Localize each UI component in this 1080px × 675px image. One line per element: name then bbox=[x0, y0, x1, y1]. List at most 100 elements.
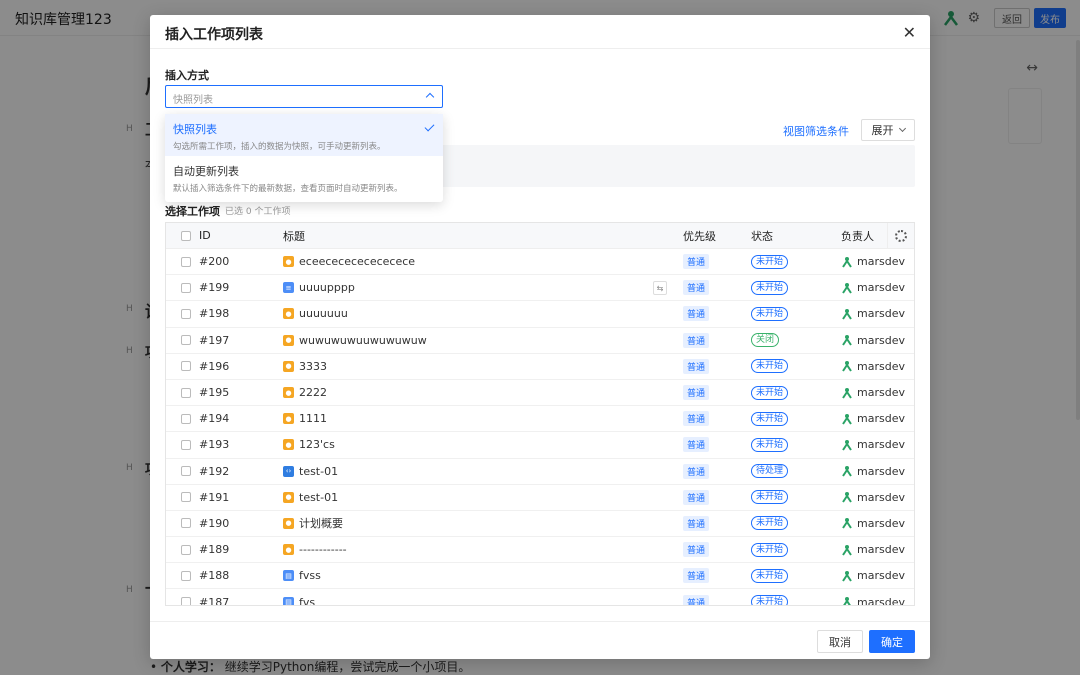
status-badge: 未开始 bbox=[751, 490, 789, 505]
subtask-icon[interactable]: ⇆ bbox=[653, 281, 667, 296]
row-id: #196 bbox=[199, 359, 230, 373]
table-row[interactable]: #200 ● eceececececececece 普通 未开始 marsdev bbox=[166, 249, 914, 276]
option-auto-update-list[interactable]: 自动更新列表 默认插入筛选条件下的最新数据，查看页面时自动更新列表。 bbox=[165, 156, 443, 198]
select-all-checkbox[interactable] bbox=[181, 230, 191, 241]
row-checkbox[interactable] bbox=[181, 256, 191, 267]
row-title-cell[interactable]: ▤ fvss bbox=[283, 563, 321, 588]
status-badge: 未开始 bbox=[751, 411, 789, 426]
expand-button[interactable]: 展开 bbox=[861, 119, 915, 141]
row-checkbox[interactable] bbox=[181, 282, 191, 293]
row-checkbox[interactable] bbox=[181, 308, 191, 319]
row-checkbox[interactable] bbox=[181, 361, 191, 372]
priority-badge: 普通 bbox=[683, 385, 710, 401]
idea-type-icon: ● bbox=[283, 256, 294, 268]
row-checkbox[interactable] bbox=[181, 544, 191, 555]
row-owner: marsdev bbox=[857, 516, 905, 530]
row-priority-cell: 普通 bbox=[683, 328, 710, 353]
row-checkbox-cell[interactable] bbox=[181, 537, 191, 562]
row-checkbox[interactable] bbox=[181, 413, 191, 424]
row-checkbox[interactable] bbox=[181, 492, 191, 503]
header-owner: 负责人 bbox=[841, 229, 874, 243]
row-owner: marsdev bbox=[857, 333, 905, 347]
row-checkbox-cell[interactable] bbox=[181, 511, 191, 536]
row-title-cell[interactable]: ● 3333 bbox=[283, 354, 327, 379]
idea-type-icon: ● bbox=[283, 439, 294, 451]
table-row[interactable]: #199 ≡ uuuupppp ⇆ 普通 未开始 marsdev bbox=[166, 275, 914, 302]
doc-type-icon: ▤ bbox=[283, 596, 294, 605]
idea-type-icon: ● bbox=[283, 491, 294, 503]
option-snapshot-list[interactable]: 快照列表 勾选所需工作项，插入的数据为快照，可手动更新列表。 bbox=[165, 114, 443, 156]
table-row[interactable]: #198 ● uuuuuuu 普通 未开始 marsdev bbox=[166, 301, 914, 328]
row-title-cell[interactable]: ● 123'cs bbox=[283, 432, 335, 457]
row-title-cell[interactable]: ● eceececececececece bbox=[283, 249, 415, 274]
row-checkbox[interactable] bbox=[181, 518, 191, 529]
row-title-cell[interactable]: ‹› test-01 bbox=[283, 459, 338, 484]
table-row[interactable]: #193 ● 123'cs 普通 未开始 marsdev bbox=[166, 432, 914, 459]
row-checkbox-cell[interactable] bbox=[181, 354, 191, 379]
row-owner-cell: marsdev bbox=[841, 328, 905, 353]
table-row[interactable]: #189 ● ------------ 普通 未开始 marsdev bbox=[166, 537, 914, 564]
header-status: 状态 bbox=[751, 229, 773, 243]
row-id: #197 bbox=[199, 333, 230, 347]
row-checkbox-cell[interactable] bbox=[181, 406, 191, 431]
row-checkbox-cell[interactable] bbox=[181, 485, 191, 510]
row-checkbox-cell[interactable] bbox=[181, 275, 191, 300]
cancel-button[interactable]: 取消 bbox=[817, 630, 863, 653]
row-title-cell[interactable]: ● test-01 bbox=[283, 485, 338, 510]
row-title-cell[interactable]: ● 计划概要 bbox=[283, 511, 343, 536]
row-checkbox[interactable] bbox=[181, 597, 191, 605]
row-id: #194 bbox=[199, 412, 230, 426]
priority-badge: 普通 bbox=[683, 515, 710, 531]
row-title-cell[interactable]: ● 1111 bbox=[283, 406, 327, 431]
table-row[interactable]: #191 ● test-01 普通 未开始 marsdev bbox=[166, 484, 914, 511]
modal-header: 插入工作项列表 ✕ bbox=[150, 15, 930, 49]
row-checkbox-cell[interactable] bbox=[181, 301, 191, 326]
select-all-checkbox-cell[interactable] bbox=[181, 223, 191, 248]
row-owner-cell: marsdev bbox=[841, 485, 905, 510]
row-title-cell[interactable]: ● wuwuwuwuuwuwuwuw bbox=[283, 328, 427, 353]
idea-type-icon: ● bbox=[283, 544, 294, 556]
table-row[interactable]: #197 ● wuwuwuwuuwuwuwuw 普通 关闭 marsdev bbox=[166, 327, 914, 354]
view-filter-link[interactable]: 视图筛选条件 bbox=[783, 123, 849, 139]
row-checkbox[interactable] bbox=[181, 335, 191, 346]
insert-mode-select[interactable]: 快照列表 bbox=[165, 85, 443, 108]
row-checkbox-cell[interactable] bbox=[181, 432, 191, 457]
row-id: #192 bbox=[199, 464, 230, 478]
table-row[interactable]: #190 ● 计划概要 普通 未开始 marsdev bbox=[166, 510, 914, 538]
owner-avatar-icon bbox=[842, 413, 852, 425]
row-title-cell[interactable]: ● uuuuuuu bbox=[283, 301, 348, 326]
row-checkbox-cell[interactable] bbox=[181, 563, 191, 588]
column-settings-button[interactable] bbox=[887, 223, 914, 248]
row-checkbox[interactable] bbox=[181, 466, 191, 477]
row-checkbox-cell[interactable] bbox=[181, 380, 191, 405]
modal-footer: 取消 确定 bbox=[150, 621, 930, 659]
row-title-cell[interactable]: ▤ fvs bbox=[283, 589, 315, 605]
table-row[interactable]: #195 ● 2222 普通 未开始 marsdev bbox=[166, 379, 914, 407]
row-checkbox-cell[interactable] bbox=[181, 589, 191, 605]
priority-badge: 普通 bbox=[683, 332, 710, 348]
close-icon[interactable]: ✕ bbox=[903, 23, 916, 42]
row-checkbox[interactable] bbox=[181, 570, 191, 581]
owner-avatar-icon bbox=[842, 492, 852, 503]
option-label: 自动更新列表 bbox=[173, 165, 239, 178]
row-checkbox-cell[interactable] bbox=[181, 249, 191, 274]
table-row[interactable]: #194 ● 1111 普通 未开始 marsdev bbox=[166, 406, 914, 433]
table-row[interactable]: #188 ▤ fvss 普通 未开始 marsdev bbox=[166, 563, 914, 590]
confirm-button[interactable]: 确定 bbox=[869, 630, 915, 653]
row-checkbox-cell[interactable] bbox=[181, 328, 191, 353]
owner-avatar-icon bbox=[842, 570, 852, 582]
table-row[interactable]: #192 ‹› test-01 普通 待处理 marsdev bbox=[166, 458, 914, 485]
row-title-cell[interactable]: ● ------------ bbox=[283, 537, 347, 562]
row-checkbox[interactable] bbox=[181, 387, 191, 398]
row-title-cell[interactable]: ≡ uuuupppp bbox=[283, 275, 355, 300]
row-id: #190 bbox=[199, 516, 230, 530]
row-title: 2222 bbox=[299, 386, 327, 400]
table-row[interactable]: #187 ▤ fvs 普通 未开始 marsdev bbox=[166, 589, 914, 605]
row-checkbox-cell[interactable] bbox=[181, 459, 191, 484]
row-owner: marsdev bbox=[857, 307, 905, 321]
row-priority-cell: 普通 bbox=[683, 275, 710, 300]
row-title-cell[interactable]: ● 2222 bbox=[283, 380, 327, 405]
row-priority-cell: 普通 bbox=[683, 301, 710, 326]
table-row[interactable]: #196 ● 3333 普通 未开始 marsdev bbox=[166, 353, 914, 380]
row-checkbox[interactable] bbox=[181, 439, 191, 450]
